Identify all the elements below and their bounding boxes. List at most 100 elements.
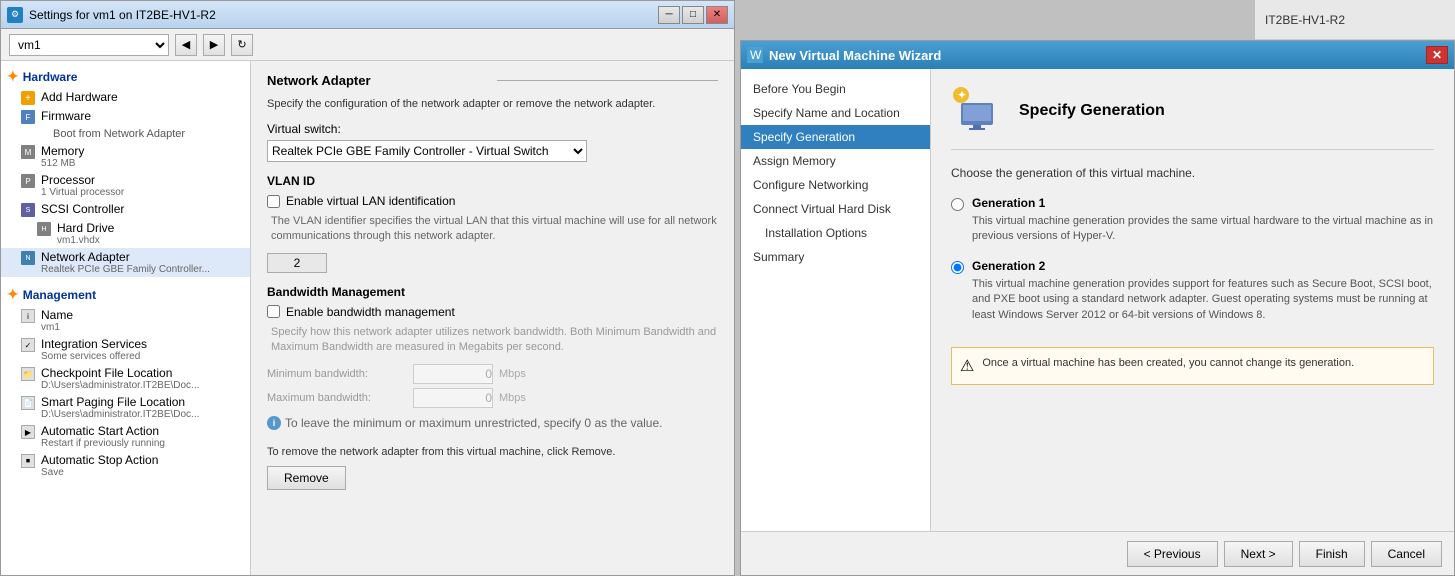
name-icon: i: [21, 309, 35, 323]
wizard-titlebar-left: W New Virtual Machine Wizard: [747, 47, 941, 63]
sidebar-item-integration-services[interactable]: ✓ Integration Services Some services off…: [1, 335, 250, 364]
wizard-window: W New Virtual Machine Wizard ✕ Before Yo…: [740, 40, 1455, 576]
wizard-title: New Virtual Machine Wizard: [769, 48, 941, 63]
vlan-input[interactable]: [267, 253, 327, 273]
smart-paging-text: Smart Paging File Location D:\Users\admi…: [41, 395, 199, 420]
network-adapter-icon: N: [21, 251, 35, 265]
wizard-nav-summary[interactable]: Summary: [741, 245, 930, 269]
svg-text:W: W: [750, 48, 762, 62]
sidebar-item-boot-network[interactable]: Boot from Network Adapter: [1, 126, 250, 142]
max-bw-field: Maximum bandwidth: Mbps: [267, 388, 718, 408]
previous-button[interactable]: < Previous: [1127, 541, 1218, 567]
sidebar-item-checkpoint[interactable]: 📁 Checkpoint File Location D:\Users\admi…: [1, 364, 250, 393]
settings-content: ✦ Hardware + Add Hardware F Firmware Boo…: [1, 61, 734, 575]
sidebar-item-smart-paging[interactable]: 📄 Smart Paging File Location D:\Users\ad…: [1, 393, 250, 422]
wizard-nav-specify-name[interactable]: Specify Name and Location: [741, 101, 930, 125]
min-bw-field: Minimum bandwidth: Mbps: [267, 364, 718, 384]
memory-text: Memory 512 MB: [41, 144, 84, 169]
scsi-icon: S: [21, 203, 35, 217]
gen2-label: Generation 2: [972, 259, 1434, 273]
warning-text: Once a virtual machine has been created,…: [982, 356, 1354, 371]
wizard-titlebar: W New Virtual Machine Wizard ✕: [741, 41, 1454, 69]
titlebar-left: ⚙ Settings for vm1 on IT2BE-HV1-R2: [7, 7, 216, 23]
next-button[interactable]: Next >: [1224, 541, 1293, 567]
wizard-nav-before-you-begin[interactable]: Before You Begin: [741, 77, 930, 101]
sidebar-item-auto-start[interactable]: ▶ Automatic Start Action Restart if prev…: [1, 422, 250, 451]
auto-start-text: Automatic Start Action Restart if previo…: [41, 424, 165, 449]
back-button[interactable]: ◀: [175, 34, 197, 56]
wizard-nav-assign-memory[interactable]: Assign Memory: [741, 149, 930, 173]
gen1-radio[interactable]: [951, 198, 964, 211]
vlan-checkbox-label: Enable virtual LAN identification: [286, 194, 455, 208]
sidebar-item-name[interactable]: i Name vm1: [1, 306, 250, 335]
checkpoint-icon: 📁: [21, 367, 35, 381]
forward-button[interactable]: ▶: [203, 34, 225, 56]
hard-drive-text: Hard Drive vm1.vhdx: [57, 221, 114, 246]
maximize-button[interactable]: □: [682, 6, 704, 24]
wizard-icon: W: [747, 47, 763, 63]
sidebar-item-hard-drive[interactable]: H Hard Drive vm1.vhdx: [1, 219, 250, 248]
max-bw-input[interactable]: [413, 388, 493, 408]
hardware-section-header: ✦ Hardware: [1, 65, 250, 88]
sidebar-item-scsi[interactable]: S SCSI Controller: [1, 200, 250, 219]
processor-icon: P: [21, 174, 35, 188]
settings-window-title: Settings for vm1 on IT2BE-HV1-R2: [29, 8, 216, 22]
wizard-body: Before You Begin Specify Name and Locati…: [741, 69, 1454, 531]
wizard-close-button[interactable]: ✕: [1426, 46, 1448, 64]
virtual-switch-label: Virtual switch:: [267, 122, 718, 136]
cancel-button[interactable]: Cancel: [1371, 541, 1442, 567]
sidebar-item-add-hardware[interactable]: + Add Hardware: [1, 88, 250, 107]
gen2-option: Generation 2 This virtual machine genera…: [951, 259, 1434, 323]
vlan-section-title: VLAN ID: [267, 174, 718, 188]
remove-button[interactable]: Remove: [267, 466, 346, 490]
vlan-note: The VLAN identifier specifies the virtua…: [271, 214, 718, 245]
close-button[interactable]: ✕: [706, 6, 728, 24]
bw-checkbox-label: Enable bandwidth management: [286, 305, 455, 319]
wizard-nav-installation-options[interactable]: Installation Options: [741, 221, 930, 245]
auto-stop-text: Automatic Stop Action Save: [41, 453, 158, 478]
min-bw-unit: Mbps: [499, 368, 526, 380]
network-adapter-text: Network Adapter Realtek PCIe GBE Family …: [41, 250, 210, 275]
section-title-bar: Network Adapter: [267, 73, 718, 88]
min-bw-label: Minimum bandwidth:: [267, 368, 407, 380]
bw-tip: i To leave the minimum or maximum unrest…: [267, 416, 718, 430]
settings-titlebar: ⚙ Settings for vm1 on IT2BE-HV1-R2 ─ □ ✕: [1, 1, 734, 29]
management-section-icon: ✦: [7, 286, 19, 303]
settings-window-icon: ⚙: [7, 7, 23, 23]
hard-drive-icon: H: [37, 222, 51, 236]
sidebar-item-network-adapter[interactable]: N Network Adapter Realtek PCIe GBE Famil…: [1, 248, 250, 277]
integration-icon: ✓: [21, 338, 35, 352]
section-divider: [497, 80, 719, 81]
sidebar-item-firmware[interactable]: F Firmware: [1, 107, 250, 126]
name-text: Name vm1: [41, 308, 73, 333]
max-bw-label: Maximum bandwidth:: [267, 392, 407, 404]
sidebar-item-memory[interactable]: M Memory 512 MB: [1, 142, 250, 171]
vm-select[interactable]: vm1: [9, 34, 169, 56]
firmware-icon: F: [21, 110, 35, 124]
firmware-text: Firmware: [41, 109, 91, 123]
warning-box: ⚠ Once a virtual machine has been create…: [951, 347, 1434, 385]
sidebar-item-processor[interactable]: P Processor 1 Virtual processor: [1, 171, 250, 200]
wizard-nav-connect-vhd[interactable]: Connect Virtual Hard Disk: [741, 197, 930, 221]
info-icon: i: [267, 416, 281, 430]
memory-icon: M: [21, 145, 35, 159]
panel-description: Specify the configuration of the network…: [267, 98, 718, 110]
finish-button[interactable]: Finish: [1299, 541, 1365, 567]
gen2-desc: This virtual machine generation provides…: [972, 277, 1434, 323]
wizard-header-icon: ✦: [951, 85, 1003, 137]
virtual-switch-select[interactable]: Realtek PCIe GBE Family Controller - Vir…: [267, 140, 587, 162]
sidebar-item-auto-stop[interactable]: ⏹ Automatic Stop Action Save: [1, 451, 250, 480]
wizard-nav-configure-networking[interactable]: Configure Networking: [741, 173, 930, 197]
refresh-button[interactable]: ↻: [231, 34, 253, 56]
add-hardware-text: Add Hardware: [41, 90, 118, 104]
add-hardware-icon: +: [21, 91, 35, 105]
vlan-checkbox[interactable]: [267, 195, 280, 208]
background-label: IT2BE-HV1-R2: [1265, 13, 1345, 27]
gen2-radio[interactable]: [951, 261, 964, 274]
min-bw-input[interactable]: [413, 364, 493, 384]
minimize-button[interactable]: ─: [658, 6, 680, 24]
bw-checkbox[interactable]: [267, 305, 280, 318]
boot-network-text: Boot from Network Adapter: [53, 128, 185, 140]
settings-sidebar: ✦ Hardware + Add Hardware F Firmware Boo…: [1, 61, 251, 575]
wizard-nav-specify-generation[interactable]: Specify Generation: [741, 125, 930, 149]
